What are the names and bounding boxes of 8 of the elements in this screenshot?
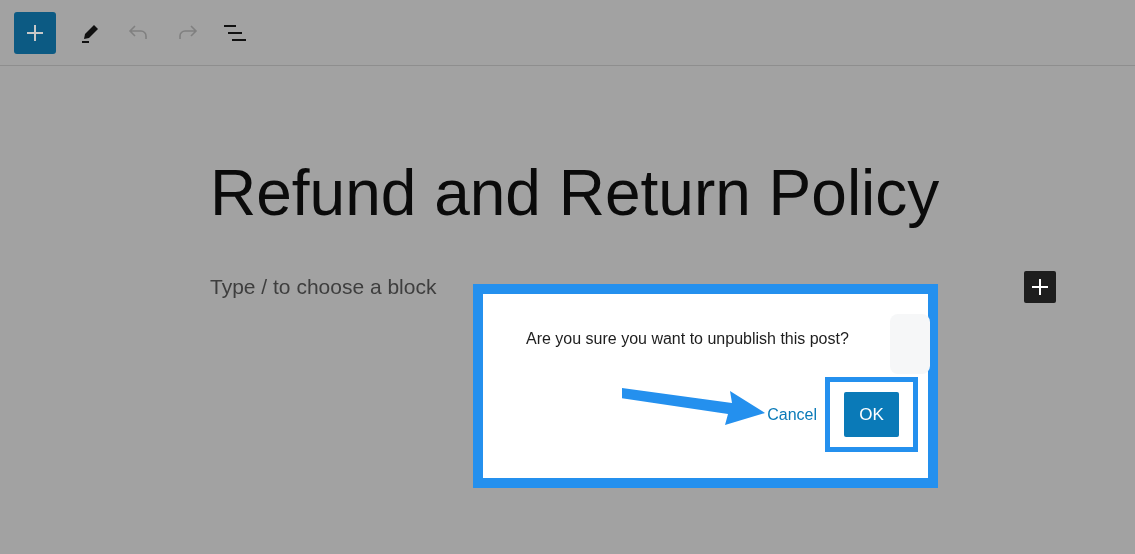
dialog-message: Are you sure you want to unpublish this post? [526,330,850,348]
block-placeholder[interactable]: Type / to choose a block [210,275,437,299]
plus-icon [25,22,45,43]
ok-button[interactable]: OK [844,392,899,437]
cancel-button[interactable]: Cancel [767,405,817,424]
add-block-button[interactable] [1024,271,1056,303]
plus-icon [1031,278,1049,296]
dialog-shade [890,314,930,374]
